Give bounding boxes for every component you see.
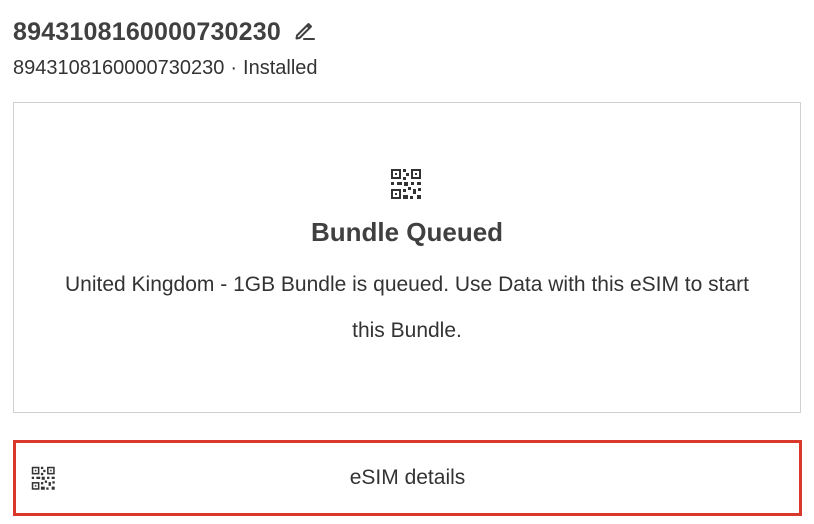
qr-code-icon [389, 167, 425, 203]
edit-name-button[interactable] [291, 18, 319, 46]
esim-header: 8943108160000730230 8943108160000730230 … [13, 14, 793, 80]
title-row: 8943108160000730230 [13, 14, 793, 50]
bundle-queued-card: Bundle Queued United Kingdom - 1GB Bundl… [13, 102, 801, 413]
esim-details-button[interactable]: eSIM details [13, 440, 802, 516]
esim-subtitle: 8943108160000730230 · Installed [13, 57, 793, 80]
separator: · [230, 57, 238, 79]
qr-code-icon [30, 465, 58, 493]
iccid-text: 8943108160000730230 [13, 57, 225, 79]
pencil-icon [293, 18, 317, 47]
esim-details-label: eSIM details [349, 466, 466, 489]
esim-title: 8943108160000730230 [13, 17, 281, 46]
bundle-status-description: United Kingdom - 1GB Bundle is queued. U… [64, 273, 749, 342]
bundle-status-title: Bundle Queued [310, 217, 504, 247]
status-text: Installed [243, 57, 318, 79]
